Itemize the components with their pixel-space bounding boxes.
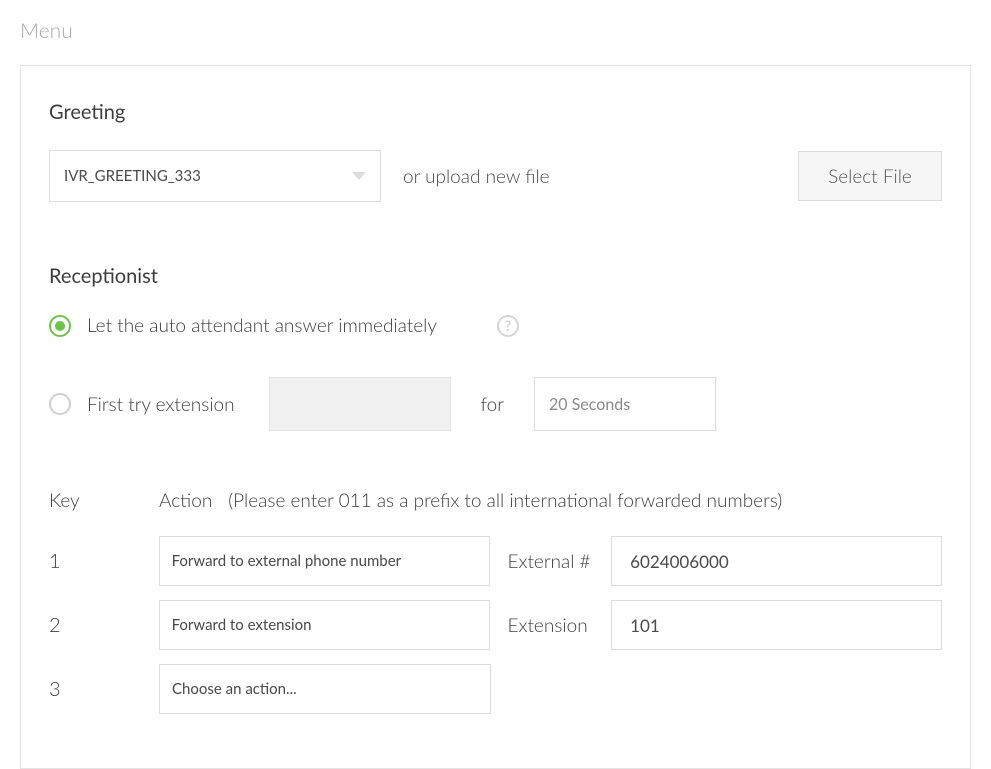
action-select-value: Forward to external phone number: [172, 552, 402, 570]
select-file-button[interactable]: Select File: [798, 151, 942, 201]
receptionist-label: Receptionist: [49, 264, 942, 288]
radio-ext-label: First try extension: [87, 393, 235, 416]
radio-try-extension[interactable]: [49, 393, 71, 415]
receptionist-option-ext-row: First try extension for 20 Seconds: [49, 377, 942, 431]
radio-auto-label: Let the auto attendant answer immediatel…: [87, 314, 437, 337]
radio-auto-attendant[interactable]: [49, 315, 71, 337]
key-row: 1 Forward to external phone number Exter…: [49, 536, 942, 586]
chevron-down-icon: [352, 172, 366, 180]
greeting-row: IVR_GREETING_333 or upload new file Sele…: [49, 150, 942, 202]
extension-input-disabled: [269, 377, 451, 431]
settings-panel: Greeting IVR_GREETING_333 or upload new …: [20, 65, 971, 769]
extension-input[interactable]: [611, 600, 942, 650]
key-column-header: Key: [49, 489, 159, 512]
help-icon: ?: [497, 315, 519, 337]
key-number: 1: [49, 549, 159, 573]
key-row: 3 Choose an action...: [49, 664, 942, 714]
for-label: for: [481, 393, 504, 416]
action-select-row3[interactable]: Choose an action...: [159, 664, 491, 714]
action-select-value: Forward to extension: [172, 616, 312, 634]
select-file-label: Select File: [828, 165, 912, 188]
action-select-value: Choose an action...: [172, 680, 297, 698]
external-number-input[interactable]: [611, 536, 942, 586]
greeting-label: Greeting: [49, 100, 942, 124]
greeting-select-value: IVR_GREETING_333: [64, 167, 201, 185]
action-hint: (Please enter 011 as a prefix to all int…: [228, 489, 782, 512]
action-select-row1[interactable]: Forward to external phone number: [159, 536, 490, 586]
action-column-header: Action: [159, 489, 212, 512]
greeting-select[interactable]: IVR_GREETING_333: [49, 150, 381, 202]
key-row: 2 Forward to extension Extension: [49, 600, 942, 650]
key-number: 2: [49, 613, 159, 637]
receptionist-option-auto-row: Let the auto attendant answer immediatel…: [49, 314, 942, 337]
keys-header: Key Action (Please enter 011 as a prefix…: [49, 489, 942, 512]
key-number: 3: [49, 677, 159, 701]
radio-dot-icon: [55, 321, 65, 331]
action-select-row2[interactable]: Forward to extension: [159, 600, 490, 650]
value-label-row2: Extension: [508, 614, 612, 637]
duration-select[interactable]: 20 Seconds: [534, 377, 716, 431]
value-label-row1: External #: [508, 550, 612, 573]
receptionist-section: Receptionist Let the auto attendant answ…: [49, 264, 942, 431]
page-title: Menu: [0, 0, 991, 43]
upload-hint: or upload new file: [403, 165, 550, 188]
duration-select-value: 20 Seconds: [549, 395, 630, 414]
